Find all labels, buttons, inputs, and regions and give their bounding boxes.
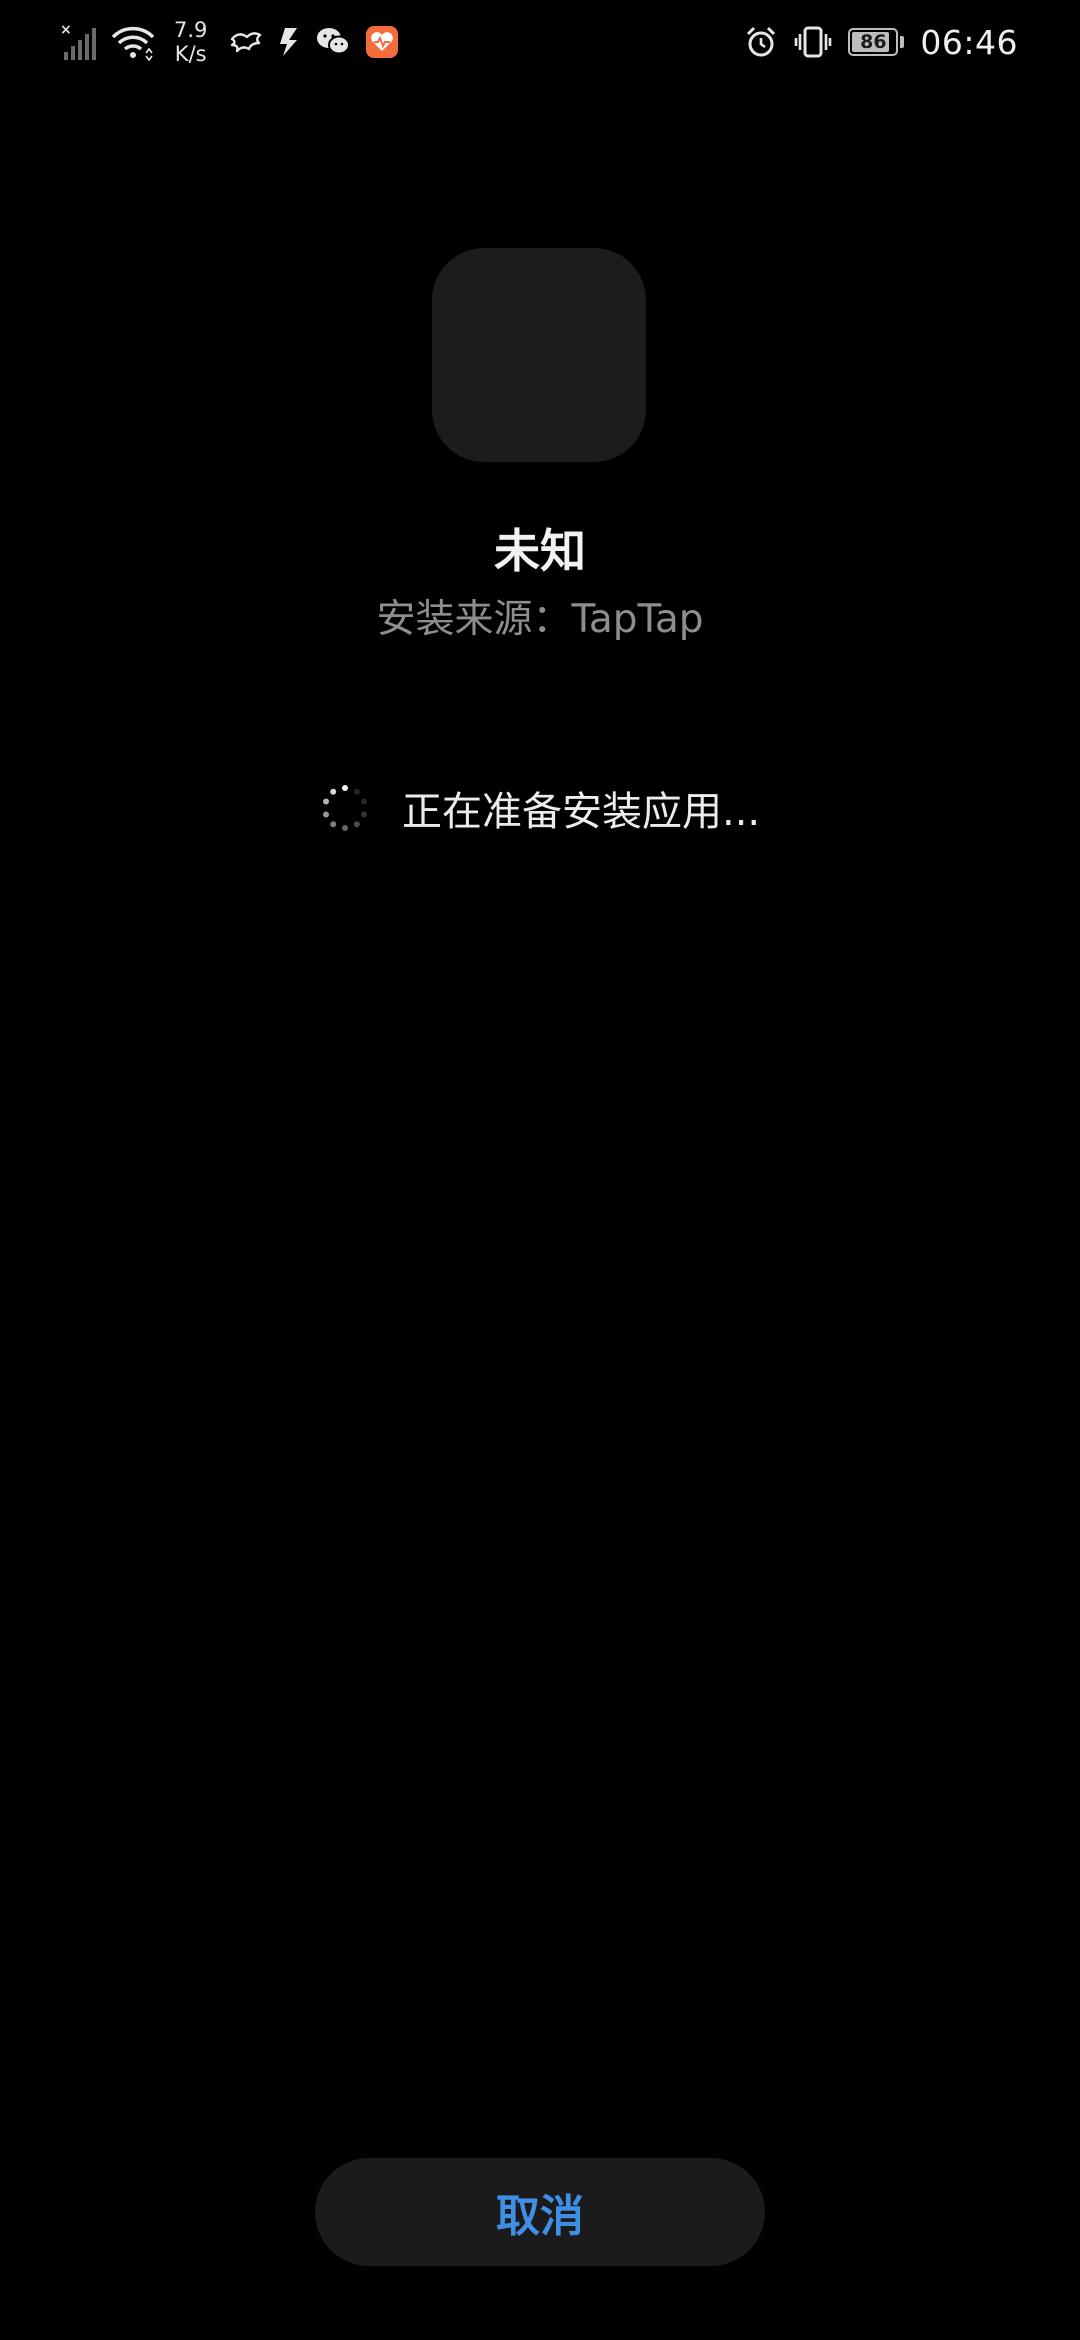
alarm-icon [744,25,778,59]
install-source: 安装来源：TapTap [376,597,704,642]
status-bar-left: × 7.9 K/s [60,14,399,70]
app-name: 未知 [494,524,586,578]
vibrate-icon [794,25,832,59]
dragon-app-icon [229,27,263,57]
wifi-icon [110,23,156,61]
app-icon-placeholder [432,248,646,462]
progress-text: 正在准备安装应用... [402,789,761,835]
wechat-icon [315,26,351,58]
battery-tip [900,36,905,48]
signal-off-icon: × [60,22,96,62]
loading-spinner-icon [323,785,367,831]
svg-text:×: × [60,22,72,38]
battery-icon: 86 [848,28,899,56]
install-progress: 正在准备安装应用... [320,780,760,836]
network-speed: 7.9 K/s [174,18,207,66]
network-speed-value: 7.9 [174,18,208,42]
status-bar: × 7.9 K/s 86 06:46 [0,0,1080,84]
battery-level: 86 [860,31,887,53]
status-bar-right: 86 06:46 [744,14,1018,70]
status-time: 06:46 [920,22,1018,62]
network-speed-unit: K/s [174,42,207,66]
cancel-button[interactable]: 取消 [315,2158,765,2266]
health-app-icon [365,25,399,59]
lightning-app-icon [277,26,301,58]
